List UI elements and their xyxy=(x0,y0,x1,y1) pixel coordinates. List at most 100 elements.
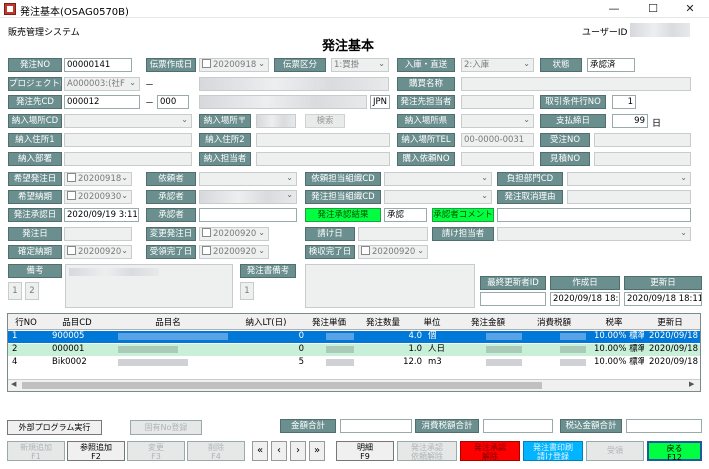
contract-person-select[interactable] xyxy=(497,227,691,241)
addr1-field[interactable] xyxy=(64,133,192,147)
want-date-check[interactable] xyxy=(67,173,76,182)
approve-request-cancel-button[interactable]: 発注承認 依頼解除 xyxy=(397,441,457,461)
change-order-date-check[interactable] xyxy=(202,228,211,237)
scroll-right-icon[interactable]: ▶ xyxy=(689,380,694,388)
scroll-left-icon[interactable]: ◀ xyxy=(11,380,16,388)
delete-button[interactable]: 削除 F4 xyxy=(187,441,245,461)
slip-date-picker[interactable]: 20200918 xyxy=(199,58,269,72)
want-delivery-check[interactable] xyxy=(67,191,76,200)
delivery-tel-field[interactable]: 00-0000-0031 xyxy=(461,133,534,147)
maximize-button[interactable]: ☐ xyxy=(636,0,670,18)
remarks-textarea[interactable] xyxy=(65,264,233,308)
external-program-button[interactable]: 外部プログラム実行 xyxy=(7,420,102,435)
col-amount[interactable]: 発注金額 xyxy=(460,316,516,328)
order-date-field[interactable] xyxy=(64,227,132,241)
want-delivery-picker[interactable]: 20200930 xyxy=(64,190,132,204)
inout-select[interactable]: 2:入庫 xyxy=(461,58,534,72)
inspect-done-check[interactable] xyxy=(361,246,370,255)
first-record-button[interactable]: « xyxy=(252,441,268,461)
supplier-person-field[interactable] xyxy=(461,95,534,109)
col-lead-time[interactable]: 納入LT(日) xyxy=(234,316,298,328)
slip-remarks-textarea[interactable] xyxy=(305,264,475,308)
purchase-req-field[interactable] xyxy=(461,152,534,166)
project-label: プロジェクトID xyxy=(8,77,62,91)
approve-result-label: 発注承認結果 xyxy=(305,208,381,222)
order-org-select[interactable] xyxy=(384,190,492,204)
inout-label: 入庫・直送 xyxy=(397,58,455,72)
burden-dept-select[interactable] xyxy=(567,172,691,186)
slip-remarks-page-1[interactable]: 1 xyxy=(240,282,254,300)
receipt-done-picker[interactable]: 20200920 xyxy=(199,245,269,259)
remarks-page-1[interactable]: 1 xyxy=(8,282,22,300)
status-field: 承認済 xyxy=(587,58,635,72)
col-item-name[interactable]: 品目名 xyxy=(118,316,218,328)
table-row[interactable]: 2 000001 0 1.0 人日 10.00% 標準 2020/09/18 xyxy=(8,344,700,356)
addr2-field[interactable] xyxy=(256,133,390,147)
table-row[interactable]: 4 Bik0002 5 12.0 m3 10.00% 標準 2020/09/18 xyxy=(8,357,700,369)
last-updater-label: 最終更新者ID xyxy=(480,276,546,290)
change-button[interactable]: 変更 F3 xyxy=(127,441,185,461)
receipt-button[interactable]: 受領 xyxy=(586,441,644,461)
minimize-button[interactable]: — xyxy=(597,0,631,18)
col-quantity[interactable]: 発注数量 xyxy=(358,316,408,328)
fixed-delivery-check[interactable] xyxy=(67,246,76,255)
detail-grid[interactable]: 行NO 品目CD 品目名 納入LT(日) 発注単価 発注数量 単位 発注金額 消… xyxy=(7,313,701,392)
change-order-date-picker[interactable]: 20200920 xyxy=(199,227,269,241)
contract-name-label: 購買名称 xyxy=(397,77,455,91)
new-button[interactable]: 新規追加 F1 xyxy=(7,441,65,461)
search-button[interactable]: 検索 xyxy=(305,114,345,128)
supplier-dash: － xyxy=(145,99,155,109)
dept-field[interactable] xyxy=(64,152,192,166)
receipt-done-check[interactable] xyxy=(202,246,211,255)
quote-no-field[interactable] xyxy=(594,152,691,166)
print-order-button[interactable]: 発注書印刷 請け登録 xyxy=(523,441,583,461)
inspect-done-label: 検収完了日 xyxy=(305,245,355,259)
requester-select[interactable] xyxy=(199,172,297,186)
grid-hscrollbar[interactable]: ◀ ▶ xyxy=(8,379,700,391)
col-line-no[interactable]: 行NO xyxy=(12,316,40,328)
prev-record-button[interactable]: ‹ xyxy=(271,441,287,461)
scroll-thumb[interactable] xyxy=(22,382,542,389)
approve-cancel-button[interactable]: 発注承認 解除 xyxy=(460,441,520,461)
cancel-reason-field[interactable] xyxy=(567,190,691,204)
col-item-cd[interactable]: 品目CD xyxy=(52,316,102,328)
order-recv-no-field[interactable] xyxy=(594,133,691,147)
table-row[interactable]: 1 900005 0 4.0 個 10.00% 標準 2020/09/18 xyxy=(8,331,700,343)
order-no-field[interactable]: 00000141 xyxy=(64,58,132,72)
slip-type-select[interactable]: 1:買掛 xyxy=(331,58,389,72)
tax-total-field xyxy=(483,419,553,433)
col-unit-price[interactable]: 発注単価 xyxy=(304,316,354,328)
slip-date-check[interactable] xyxy=(202,59,211,68)
delivery-zip-label: 納入場所〒 xyxy=(199,114,251,128)
col-tax[interactable]: 消費税額 xyxy=(526,316,582,328)
ref-add-button[interactable]: 参照追加 F2 xyxy=(67,441,125,461)
contract-name-field[interactable] xyxy=(461,77,691,91)
col-tax-rate[interactable]: 税率 xyxy=(592,316,636,328)
delivery-person-field[interactable] xyxy=(256,152,390,166)
window-title: 発注基本(OSAG0570B) xyxy=(20,7,129,18)
want-date-label: 希望発注日 xyxy=(8,172,62,186)
detail-button[interactable]: 明細 F9 xyxy=(336,441,394,461)
req-org-select[interactable] xyxy=(384,172,492,186)
last-record-button[interactable]: » xyxy=(309,441,325,461)
next-record-button[interactable]: › xyxy=(290,441,306,461)
delivery-cd-select[interactable] xyxy=(64,114,192,128)
col-unit[interactable]: 単位 xyxy=(420,316,444,328)
supplier-sub-field[interactable]: 000 xyxy=(157,95,189,109)
delivery-pref-select[interactable] xyxy=(461,114,534,128)
approver-select[interactable] xyxy=(199,190,297,204)
close-button[interactable]: ✕ xyxy=(673,0,707,18)
remarks-page-2[interactable]: 2 xyxy=(25,282,39,300)
col-updated[interactable]: 更新日 xyxy=(648,316,692,328)
project-select[interactable]: A000003:(社F xyxy=(64,77,140,91)
system-name: 販売管理システム xyxy=(8,28,80,38)
want-date-picker[interactable]: 20200918 xyxy=(64,172,132,186)
fixed-no-button[interactable]: 固有No登録 xyxy=(130,420,202,435)
inspect-done-picker[interactable]: 20200920 xyxy=(358,245,428,259)
want-delivery-label: 希望納期 xyxy=(8,190,62,204)
supplier-cd-field[interactable]: 000012 xyxy=(64,95,140,109)
back-button[interactable]: 戻る F12 xyxy=(647,441,702,462)
contract-date-field[interactable] xyxy=(358,227,428,241)
fixed-delivery-picker[interactable]: 20200920 xyxy=(64,245,132,259)
payday-field: 99 xyxy=(612,114,648,128)
